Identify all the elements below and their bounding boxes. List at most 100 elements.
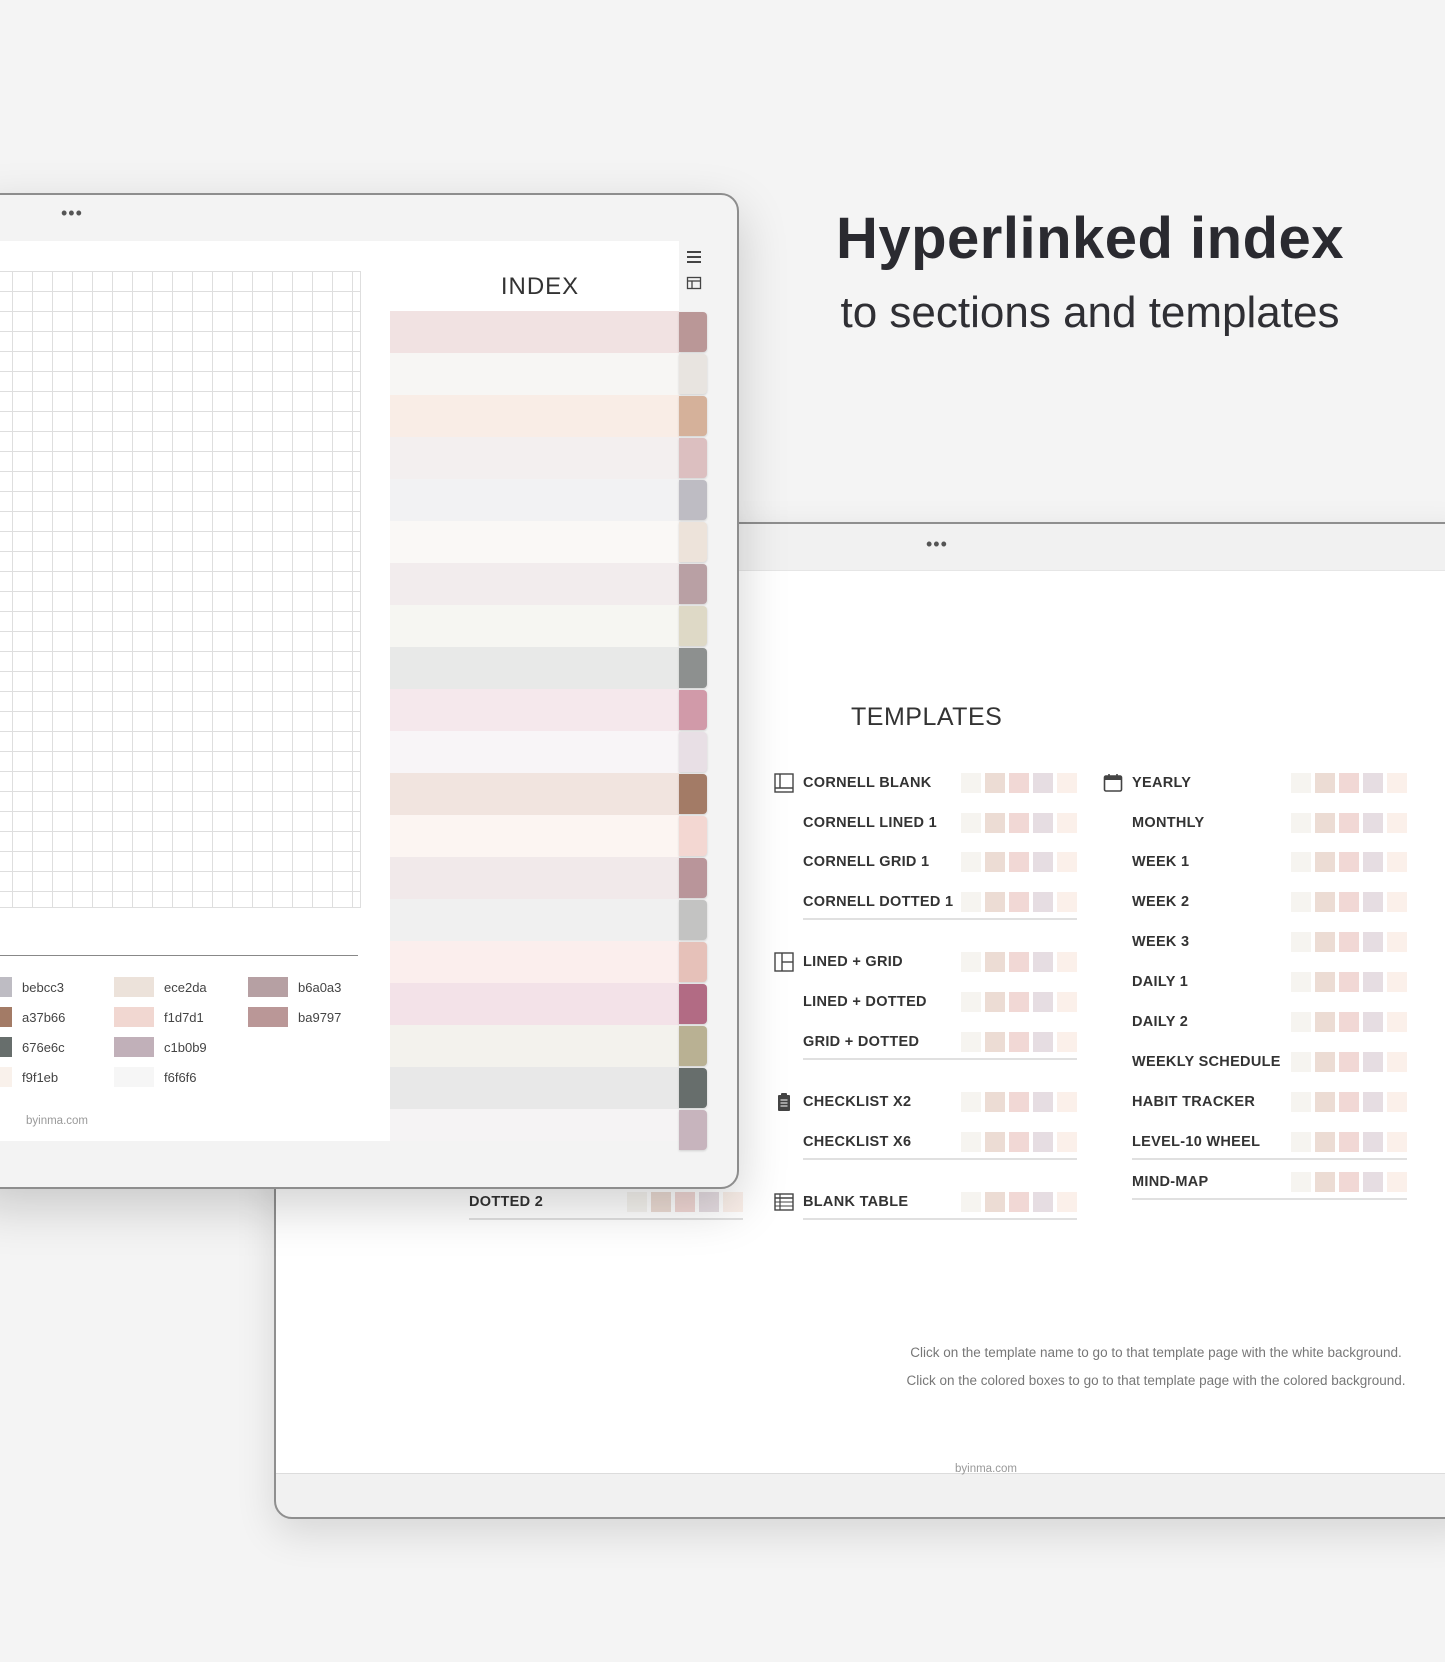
color-swatch-button[interactable] bbox=[1291, 773, 1311, 793]
color-swatch-button[interactable] bbox=[1057, 852, 1077, 872]
color-swatch-button[interactable] bbox=[627, 1192, 647, 1212]
color-swatch-button[interactable] bbox=[1033, 1192, 1053, 1212]
template-link[interactable]: DAILY 2 bbox=[1132, 1014, 1287, 1030]
color-swatch-button[interactable] bbox=[1009, 852, 1029, 872]
template-link[interactable]: GRID + DOTTED bbox=[803, 1034, 957, 1050]
template-link[interactable]: WEEKLY SCHEDULE bbox=[1132, 1054, 1287, 1070]
index-entry[interactable] bbox=[390, 1067, 679, 1109]
template-link[interactable]: CORNELL BLANK bbox=[803, 775, 957, 791]
color-swatch-button[interactable] bbox=[1339, 773, 1359, 793]
color-swatch-button[interactable] bbox=[651, 1192, 671, 1212]
color-swatch-button[interactable] bbox=[1033, 952, 1053, 972]
color-swatch-button[interactable] bbox=[985, 1092, 1005, 1112]
color-swatch-button[interactable] bbox=[961, 992, 981, 1012]
index-entry[interactable] bbox=[390, 857, 679, 899]
color-swatch-button[interactable] bbox=[961, 1032, 981, 1052]
color-swatch-button[interactable] bbox=[961, 892, 981, 912]
color-swatch-button[interactable] bbox=[1363, 1052, 1383, 1072]
color-swatch-button[interactable] bbox=[1315, 1012, 1335, 1032]
template-link[interactable]: BLANK TABLE bbox=[803, 1194, 957, 1210]
index-entry[interactable] bbox=[390, 311, 679, 353]
color-swatch-button[interactable] bbox=[1033, 1132, 1053, 1152]
section-tab[interactable] bbox=[679, 438, 707, 478]
color-swatch-button[interactable] bbox=[1057, 992, 1077, 1012]
color-swatch-button[interactable] bbox=[1315, 813, 1335, 833]
index-entry[interactable] bbox=[390, 395, 679, 437]
color-swatch-button[interactable] bbox=[961, 1132, 981, 1152]
color-swatch-button[interactable] bbox=[1339, 1012, 1359, 1032]
color-swatch-button[interactable] bbox=[1009, 1192, 1029, 1212]
color-swatch-button[interactable] bbox=[1387, 1012, 1407, 1032]
color-swatch-button[interactable] bbox=[1033, 1032, 1053, 1052]
index-entry[interactable] bbox=[390, 437, 679, 479]
color-swatch-button[interactable] bbox=[1315, 932, 1335, 952]
color-swatch-button[interactable] bbox=[1339, 1052, 1359, 1072]
color-swatch-button[interactable] bbox=[1009, 952, 1029, 972]
index-entry[interactable] bbox=[390, 647, 679, 689]
color-swatch-button[interactable] bbox=[1363, 892, 1383, 912]
template-link[interactable]: MONTHLY bbox=[1132, 815, 1287, 831]
section-tab[interactable] bbox=[679, 312, 707, 352]
color-swatch-button[interactable] bbox=[961, 813, 981, 833]
color-swatch-button[interactable] bbox=[1009, 1032, 1029, 1052]
color-swatch-button[interactable] bbox=[1057, 952, 1077, 972]
color-swatch-button[interactable] bbox=[1315, 1092, 1335, 1112]
section-tab[interactable] bbox=[679, 732, 707, 772]
index-entry[interactable] bbox=[390, 815, 679, 857]
color-swatch-button[interactable] bbox=[1315, 1132, 1335, 1152]
menu-dots-icon[interactable]: ••• bbox=[61, 203, 83, 224]
index-entry[interactable] bbox=[390, 479, 679, 521]
color-swatch-button[interactable] bbox=[1387, 1172, 1407, 1192]
color-swatch-button[interactable] bbox=[723, 1192, 743, 1212]
color-swatch-button[interactable] bbox=[1315, 1052, 1335, 1072]
color-swatch-button[interactable] bbox=[1033, 852, 1053, 872]
color-swatch-button[interactable] bbox=[1009, 892, 1029, 912]
template-link[interactable]: WEEK 3 bbox=[1132, 934, 1287, 950]
color-swatch-button[interactable] bbox=[1033, 813, 1053, 833]
template-link[interactable]: DOTTED 2 bbox=[469, 1194, 623, 1210]
color-swatch-button[interactable] bbox=[1009, 992, 1029, 1012]
color-swatch-button[interactable] bbox=[1387, 1132, 1407, 1152]
color-swatch-button[interactable] bbox=[1033, 992, 1053, 1012]
color-swatch-button[interactable] bbox=[1291, 813, 1311, 833]
color-swatch-button[interactable] bbox=[1363, 1132, 1383, 1152]
section-tab[interactable] bbox=[679, 606, 707, 646]
color-swatch-button[interactable] bbox=[1387, 1092, 1407, 1112]
section-tab[interactable] bbox=[679, 774, 707, 814]
template-link[interactable]: LINED + DOTTED bbox=[803, 994, 957, 1010]
color-swatch-button[interactable] bbox=[1387, 972, 1407, 992]
section-tab[interactable] bbox=[679, 690, 707, 730]
template-link[interactable]: MIND-MAP bbox=[1132, 1174, 1287, 1190]
color-swatch-button[interactable] bbox=[961, 1092, 981, 1112]
color-swatch-button[interactable] bbox=[961, 852, 981, 872]
color-swatch-button[interactable] bbox=[699, 1192, 719, 1212]
section-tab[interactable] bbox=[679, 816, 707, 856]
color-swatch-button[interactable] bbox=[1339, 932, 1359, 952]
color-swatch-button[interactable] bbox=[1033, 773, 1053, 793]
color-swatch-button[interactable] bbox=[1387, 852, 1407, 872]
color-swatch-button[interactable] bbox=[1291, 852, 1311, 872]
color-swatch-button[interactable] bbox=[985, 952, 1005, 972]
color-swatch-button[interactable] bbox=[1387, 813, 1407, 833]
color-swatch-button[interactable] bbox=[1291, 932, 1311, 952]
color-swatch-button[interactable] bbox=[1291, 1132, 1311, 1152]
color-swatch-button[interactable] bbox=[1339, 852, 1359, 872]
color-swatch-button[interactable] bbox=[1315, 773, 1335, 793]
color-swatch-button[interactable] bbox=[1057, 1132, 1077, 1152]
section-tab[interactable] bbox=[679, 1110, 707, 1150]
index-entry[interactable] bbox=[390, 1025, 679, 1067]
color-swatch-button[interactable] bbox=[985, 773, 1005, 793]
color-swatch-button[interactable] bbox=[1057, 813, 1077, 833]
section-tab[interactable] bbox=[679, 354, 707, 394]
color-swatch-button[interactable] bbox=[1057, 1192, 1077, 1212]
color-swatch-button[interactable] bbox=[1315, 892, 1335, 912]
color-swatch-button[interactable] bbox=[961, 1192, 981, 1212]
table-icon[interactable] bbox=[686, 275, 702, 291]
index-entry[interactable] bbox=[390, 773, 679, 815]
section-tab[interactable] bbox=[679, 858, 707, 898]
color-swatch-button[interactable] bbox=[1291, 892, 1311, 912]
footer-link[interactable]: byinma.com bbox=[26, 1115, 88, 1127]
color-swatch-button[interactable] bbox=[1387, 892, 1407, 912]
color-swatch-button[interactable] bbox=[1363, 813, 1383, 833]
template-link[interactable]: DAILY 1 bbox=[1132, 974, 1287, 990]
